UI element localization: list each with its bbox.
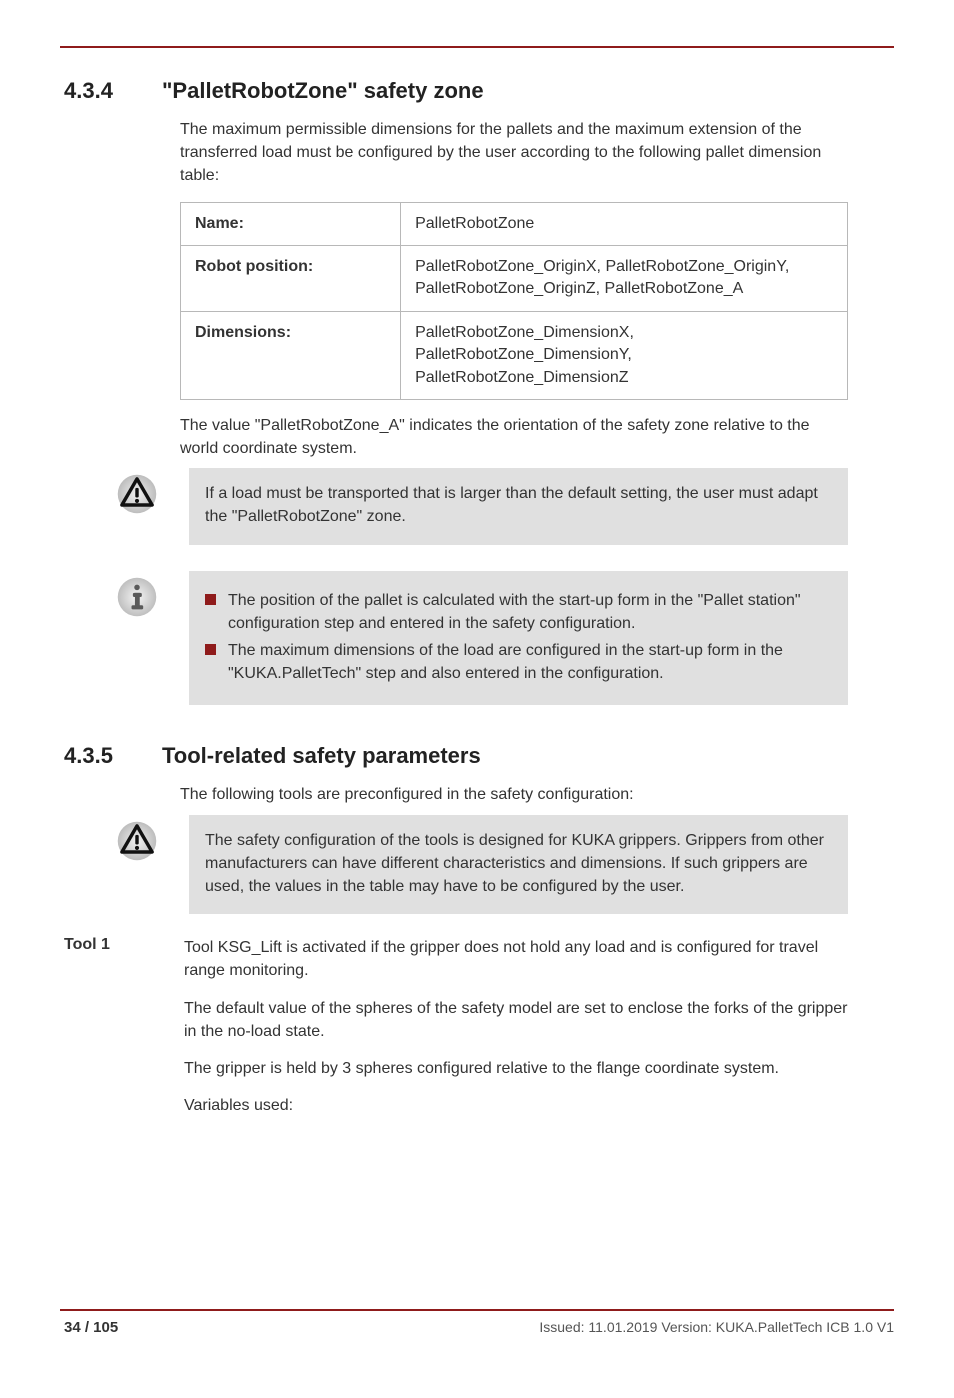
section-heading: 4.3.5 Tool-related safety parameters bbox=[0, 713, 954, 775]
bullet-icon bbox=[205, 644, 216, 655]
table-key: Robot position: bbox=[181, 245, 401, 311]
intro-paragraph-2: The following tools are preconfigured in… bbox=[180, 783, 848, 806]
tool1-para-1: The default value of the spheres of the … bbox=[184, 997, 848, 1043]
tool1-para-3: Variables used: bbox=[184, 1094, 848, 1117]
table-value: PalletRobotZone_DimensionX, PalletRobotZ… bbox=[401, 311, 848, 399]
bullet-icon bbox=[205, 594, 216, 605]
info-icon bbox=[115, 571, 179, 706]
heading-number: 4.3.5 bbox=[64, 743, 144, 769]
heading-title: Tool-related safety parameters bbox=[162, 743, 481, 769]
table-note: The value "PalletRobotZone_A" indicates … bbox=[180, 414, 848, 460]
intro-paragraph: The maximum permissible dimensions for t… bbox=[180, 118, 848, 188]
table-key: Name: bbox=[181, 202, 401, 245]
list-item: The position of the pallet is calculated… bbox=[205, 589, 832, 635]
tool1-para-2: The gripper is held by 3 spheres configu… bbox=[184, 1057, 848, 1080]
page-number: 34 / 105 bbox=[64, 1319, 118, 1336]
table-value: PalletRobotZone_OriginX, PalletRobotZone… bbox=[401, 245, 848, 311]
page-footer: 34 / 105 Issued: 11.01.2019 Version: KUK… bbox=[0, 1309, 954, 1336]
table-row: Name: PalletRobotZone bbox=[181, 202, 848, 245]
warning-icon bbox=[115, 468, 179, 544]
table-value: PalletRobotZone bbox=[401, 202, 848, 245]
info-callout: The position of the pallet is calculated… bbox=[115, 571, 848, 706]
list-item: The maximum dimensions of the load are c… bbox=[205, 639, 832, 685]
section-heading: 4.3.4 "PalletRobotZone" safety zone bbox=[0, 48, 954, 110]
info-item-text: The position of the pallet is calculated… bbox=[228, 589, 832, 635]
warning-text: If a load must be transported that is la… bbox=[189, 468, 848, 544]
heading-number: 4.3.4 bbox=[64, 78, 144, 104]
pallet-zone-table: Name: PalletRobotZone Robot position: Pa… bbox=[180, 202, 848, 400]
warning-text-2: The safety configuration of the tools is… bbox=[189, 815, 848, 915]
table-key: Dimensions: bbox=[181, 311, 401, 399]
tool1-block: Tool 1 Tool KSG_Lift is activated if the… bbox=[64, 932, 848, 1117]
tool1-para-0: Tool KSG_Lift is activated if the grippe… bbox=[184, 936, 848, 982]
info-item-text: The maximum dimensions of the load are c… bbox=[228, 639, 832, 685]
warning-callout-2: The safety configuration of the tools is… bbox=[115, 815, 848, 915]
table-row: Robot position: PalletRobotZone_OriginX,… bbox=[181, 245, 848, 311]
tool1-label: Tool 1 bbox=[64, 932, 184, 1117]
heading-title: "PalletRobotZone" safety zone bbox=[162, 78, 484, 104]
warning-icon bbox=[115, 815, 179, 915]
warning-callout: If a load must be transported that is la… bbox=[115, 468, 848, 544]
doc-version: Issued: 11.01.2019 Version: KUKA.PalletT… bbox=[539, 1319, 894, 1335]
table-row: Dimensions: PalletRobotZone_DimensionX, … bbox=[181, 311, 848, 399]
